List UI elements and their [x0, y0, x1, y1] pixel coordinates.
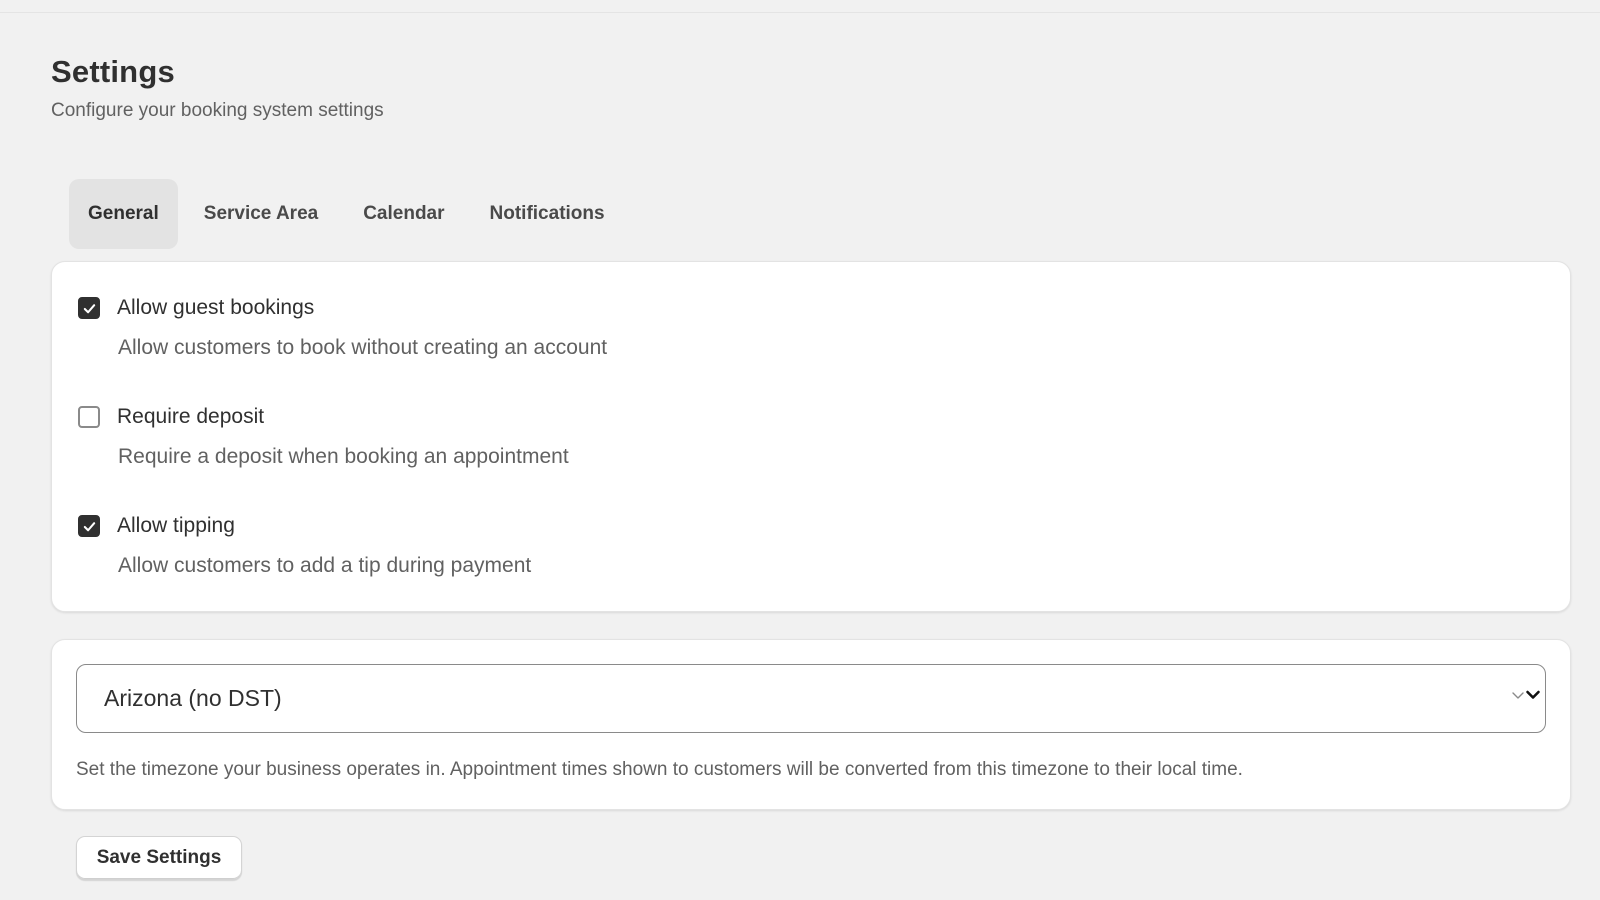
settings-page: Settings Configure your booking system s… — [0, 0, 1600, 900]
option-allow-guest-bookings: Allow guest bookings Allow customers to … — [78, 296, 607, 360]
tab-service-area[interactable]: Service Area — [185, 179, 337, 249]
option-label: Require deposit — [117, 405, 265, 428]
chevron-down-icon — [1511, 690, 1525, 700]
option-allow-tipping: Allow tipping Allow customers to add a t… — [78, 514, 531, 578]
require-deposit-checkbox[interactable] — [78, 406, 100, 428]
option-description: Allow customers to add a tip during paym… — [118, 554, 532, 577]
allow-tipping-checkbox[interactable] — [78, 515, 100, 537]
option-description: Allow customers to book without creating… — [118, 336, 608, 359]
tab-general[interactable]: General — [69, 179, 178, 249]
settings-tabs: General Service Area Calendar Notificati… — [69, 179, 631, 249]
option-label: Allow tipping — [117, 514, 235, 537]
chevron-down-icon — [1525, 689, 1541, 701]
page-title: Settings — [51, 54, 175, 89]
tab-calendar[interactable]: Calendar — [344, 179, 463, 249]
page-subtitle: Configure your booking system settings — [51, 100, 384, 121]
checkmark-icon — [83, 303, 95, 313]
select-chevrons — [1511, 689, 1541, 701]
timezone-card: Arizona (no DST) Set the timezone your b… — [51, 639, 1571, 810]
option-label: Allow guest bookings — [117, 296, 315, 319]
save-settings-button[interactable]: Save Settings — [76, 836, 242, 880]
option-description: Require a deposit when booking an appoin… — [118, 445, 569, 468]
allow-guest-bookings-checkbox[interactable] — [78, 297, 100, 319]
checkmark-icon — [83, 521, 95, 531]
option-require-deposit: Require deposit Require a deposit when b… — [78, 405, 569, 469]
timezone-select[interactable]: Arizona (no DST) — [76, 664, 1546, 733]
timezone-help-text: Set the timezone your business operates … — [76, 759, 1243, 780]
tab-notifications[interactable]: Notifications — [471, 179, 624, 249]
timezone-select-value: Arizona (no DST) — [104, 685, 282, 711]
booking-options-card: Allow guest bookings Allow customers to … — [51, 261, 1571, 612]
